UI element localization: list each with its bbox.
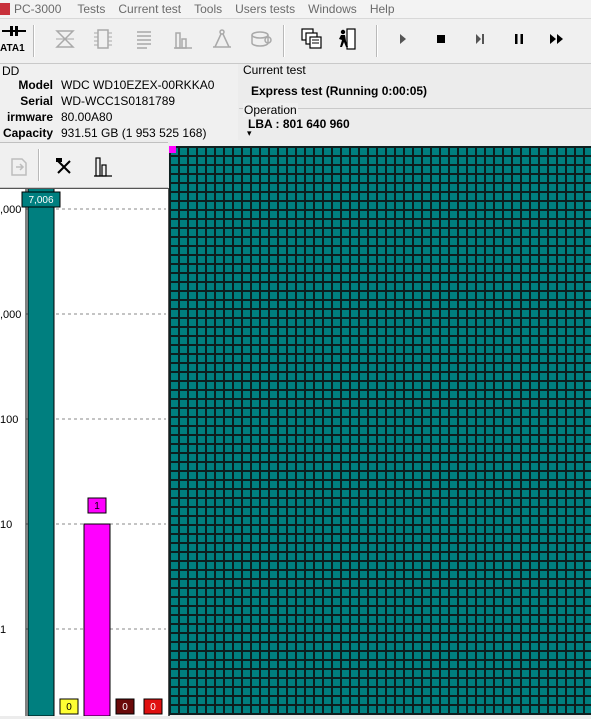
disk-icon[interactable]	[248, 25, 274, 53]
bar-value-label: 0	[66, 702, 72, 713]
toolbar-separator	[283, 25, 285, 57]
stop-icon[interactable]	[428, 25, 454, 53]
block-map	[169, 146, 591, 715]
capacity-row: Capacity 931.51 GB (1 953 525 168)	[0, 126, 238, 142]
operation-title: Operation	[243, 103, 298, 117]
histogram-chart: ,000,000 100 10 1 7,006 0 1 0 0	[0, 119, 170, 717]
firmware-row: irmware 80.00A80	[0, 110, 238, 126]
pause-icon[interactable]	[506, 25, 532, 53]
operation-group: Operation LBA : 801 640 960 ▾	[239, 103, 591, 141]
menu-windows[interactable]: Windows	[308, 2, 357, 16]
histogram-icon[interactable]	[170, 25, 196, 53]
operation-dropdown-arrow[interactable]: ▾	[247, 128, 252, 139]
bar-value-label: 0	[150, 702, 156, 713]
tools-icon[interactable]	[51, 153, 77, 181]
checklist-icon[interactable]	[131, 25, 157, 53]
toolbar-separator	[38, 149, 40, 181]
bar-value-label: 7,006	[28, 195, 53, 206]
current-test-group: Current test Express test (Running 0:00:…	[239, 63, 591, 100]
head-map-icon[interactable]	[52, 25, 78, 53]
serial-value: WD-WCC1S0181789	[61, 94, 176, 108]
serial-row: Serial WD-WCC1S0181789	[0, 94, 238, 110]
toolbar: ATA1	[0, 19, 591, 64]
menu-help[interactable]: Help	[370, 2, 395, 16]
histogram-bar	[83, 523, 111, 717]
app-icon	[0, 3, 10, 15]
bar-value-label: 1	[94, 501, 100, 512]
y-tick-label: ,000	[0, 309, 21, 321]
current-test-title: Current test	[243, 63, 306, 77]
operation-value: LBA : 801 640 960	[248, 117, 350, 131]
compass-icon[interactable]	[209, 25, 235, 53]
serial-label: Serial	[20, 94, 53, 108]
export-icon[interactable]	[6, 153, 32, 181]
port-icon[interactable]	[0, 22, 28, 40]
menu-current-test[interactable]: Current test	[118, 2, 181, 16]
y-tick-label: 100	[0, 414, 18, 426]
menu-users-tests[interactable]: Users tests	[235, 2, 295, 16]
windows-icon[interactable]	[298, 25, 324, 53]
fast-forward-icon[interactable]	[544, 25, 570, 53]
toolbar-separator	[376, 25, 378, 57]
play-icon[interactable]	[390, 25, 416, 53]
y-tick-label: 1	[0, 624, 6, 636]
histogram-icon[interactable]	[90, 153, 116, 181]
histogram-svg: ,000,0001001017,006010 0	[0, 119, 166, 717]
capacity-value: 931.51 GB (1 953 525 168)	[61, 126, 207, 140]
current-test-status: Express test (Running 0:00:05)	[251, 84, 428, 98]
model-value: WDC WD10EZEX-00RKKA0	[61, 78, 215, 92]
chip-icon[interactable]	[90, 25, 116, 53]
firmware-value: 80.00A80	[61, 110, 113, 124]
model-label: Model	[18, 78, 53, 92]
firmware-label: irmware	[6, 110, 53, 124]
panel-toolbar	[0, 143, 168, 188]
y-tick-label: 10	[0, 519, 12, 531]
step-icon[interactable]	[467, 25, 493, 53]
toolbar-separator	[33, 25, 35, 57]
menu-bar: PC-3000 Tests Current test Tools Users t…	[0, 0, 591, 19]
capacity-label: Capacity	[2, 126, 53, 140]
exit-icon[interactable]	[334, 25, 360, 53]
port-label[interactable]: ATA1	[0, 43, 25, 54]
app-title: PC-3000	[14, 2, 62, 16]
histogram-bar	[27, 119, 55, 717]
drive-info-header: DD	[2, 64, 20, 78]
menu-tools[interactable]: Tools	[194, 2, 222, 16]
current-block-cursor	[169, 146, 176, 153]
drive-info-panel: DD Model WDC WD10EZEX-00RKKA0 Serial WD-…	[0, 64, 238, 140]
menu-tests[interactable]: Tests	[77, 2, 105, 16]
model-row: Model WDC WD10EZEX-00RKKA0	[0, 78, 238, 94]
bar-value-label: 0	[122, 702, 128, 713]
y-tick-label: ,000	[0, 204, 21, 216]
